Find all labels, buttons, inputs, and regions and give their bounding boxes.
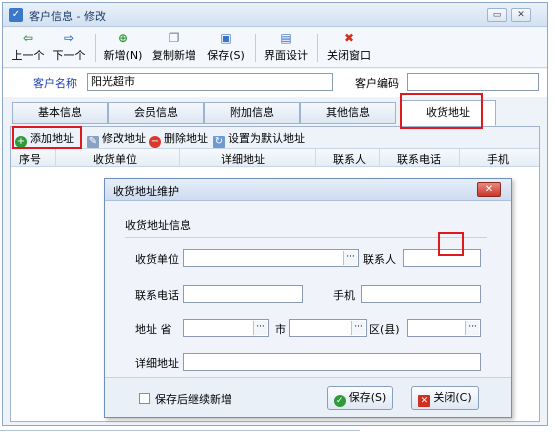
save-toolbar-button[interactable]: ▣ 保存(S) (203, 31, 249, 65)
toolbar-separator (95, 34, 96, 62)
customer-name-label: 客户名称 (33, 77, 77, 90)
highlight-box-unit-browse (438, 232, 464, 256)
close-button[interactable]: ✕ 关闭(C) (411, 386, 479, 410)
dialog-titlebar: 收货地址维护 ✕ (105, 179, 511, 201)
previous-button[interactable]: ⇦ 上一个 (11, 31, 45, 65)
column-header-detail-address: 详细地址 (221, 153, 265, 166)
contact-label: 联系人 (363, 253, 396, 266)
city-field[interactable]: ··· (289, 319, 367, 337)
detail-address-field[interactable] (183, 353, 481, 371)
window-close-button[interactable]: ✕ (511, 8, 531, 22)
tab-member-info[interactable]: 会员信息 (108, 102, 204, 124)
close-window-button[interactable]: ✖ 关闭窗口 (323, 31, 375, 65)
copy-icon: ❐ (168, 31, 180, 45)
window-titlebar: ✓ 客户信息 - 修改 ▭ ✕ (3, 3, 547, 27)
mobile-field[interactable] (361, 285, 481, 303)
district-label: 区(县) (369, 323, 400, 336)
phone-label: 联系电话 (135, 289, 179, 302)
dialog-title: 收货地址维护 (113, 185, 179, 198)
mobile-label: 手机 (333, 289, 355, 302)
close-icon: ✕ (418, 395, 431, 407)
district-field[interactable]: ··· (407, 319, 481, 337)
copy-new-button[interactable]: ❐ 复制新增 (149, 31, 199, 65)
toolbar-separator (317, 34, 318, 62)
checkbox-icon: ✓ (9, 8, 23, 22)
next-button[interactable]: ⇨ 下一个 (51, 31, 87, 65)
column-header-index: 序号 (19, 153, 41, 166)
arrow-left-icon: ⇦ (22, 31, 34, 45)
save-icon: ▣ (220, 31, 232, 45)
detail-address-label: 详细地址 (135, 357, 179, 370)
unit-label: 收货单位 (135, 253, 179, 266)
column-header-contact: 联系人 (333, 153, 366, 166)
minimize-button[interactable]: ▭ (487, 8, 507, 22)
customer-code-field[interactable] (407, 73, 539, 91)
customer-code-label: 客户编码 (355, 77, 399, 90)
delete-icon: − (149, 136, 161, 148)
toolbar-separator (255, 34, 256, 62)
dialog-footer: 保存后继续新增 ✓ 保存(S) ✕ 关闭(C) (105, 377, 511, 417)
province-dropdown-button[interactable]: ··· (253, 321, 267, 335)
city-dropdown-button[interactable]: ··· (351, 321, 365, 335)
delete-address-button[interactable]: − 删除地址 (149, 130, 208, 148)
column-header-unit: 收货单位 (93, 153, 137, 166)
edit-address-button[interactable]: ✎ 修改地址 (87, 130, 146, 148)
column-header-mobile: 手机 (487, 153, 509, 166)
province-label: 地址 省 (135, 323, 172, 336)
city-label: 市 (275, 323, 286, 336)
main-toolbar: ⇦ 上一个 ⇨ 下一个 ⊕ 新增(N) ❐ 复制新增 ▣ 保存(S) ▤ 界面设… (3, 28, 547, 68)
arrow-right-icon: ⇨ (63, 31, 75, 45)
new-button[interactable]: ⊕ 新增(N) (101, 31, 145, 65)
province-field[interactable]: ··· (183, 319, 269, 337)
continue-add-label: 保存后继续新增 (155, 393, 232, 406)
customer-name-field[interactable]: 阳光超市 (87, 73, 333, 91)
window-title: 客户信息 - 修改 (29, 10, 106, 23)
edit-icon: ✎ (87, 136, 99, 148)
highlight-box-tab (400, 93, 483, 129)
highlight-box-add-address (12, 126, 82, 149)
layout-icon: ▤ (280, 31, 292, 45)
address-maintenance-dialog: 收货地址维护 ✕ 收货地址信息 收货单位 ··· 联系人 联系电话 手机 地址 … (104, 178, 512, 418)
close-window-icon: ✖ (343, 31, 355, 45)
address-grid-header: 序号 收货单位 详细地址 联系人 联系电话 手机 (11, 149, 539, 167)
section-title: 收货地址信息 (125, 219, 191, 232)
dialog-close-icon[interactable]: ✕ (477, 182, 501, 197)
tab-extra-info[interactable]: 附加信息 (204, 102, 300, 124)
layout-design-button[interactable]: ▤ 界面设计 (261, 31, 311, 65)
district-dropdown-button[interactable]: ··· (465, 321, 479, 335)
bottom-divider (0, 430, 360, 431)
tab-basic-info[interactable]: 基本信息 (12, 102, 108, 124)
set-default-icon: ↻ (213, 136, 225, 148)
column-header-phone: 联系电话 (397, 153, 441, 166)
tab-other-info[interactable]: 其他信息 (300, 102, 396, 124)
add-icon: ⊕ (117, 31, 129, 45)
continue-add-checkbox[interactable] (139, 393, 150, 404)
dialog-body: 收货地址信息 收货单位 ··· 联系人 联系电话 手机 地址 省 ··· 市 ·… (111, 205, 505, 373)
unit-field[interactable]: ··· (183, 249, 359, 267)
check-icon: ✓ (333, 395, 346, 407)
phone-field[interactable] (183, 285, 303, 303)
unit-browse-button[interactable]: ··· (343, 251, 357, 265)
save-button[interactable]: ✓ 保存(S) (327, 386, 393, 410)
address-toolbar: + 添加地址 ✎ 修改地址 − 删除地址 ↻ 设置为默认地址 (11, 127, 539, 149)
set-default-address-button[interactable]: ↻ 设置为默认地址 (213, 130, 305, 148)
section-divider (125, 237, 487, 238)
